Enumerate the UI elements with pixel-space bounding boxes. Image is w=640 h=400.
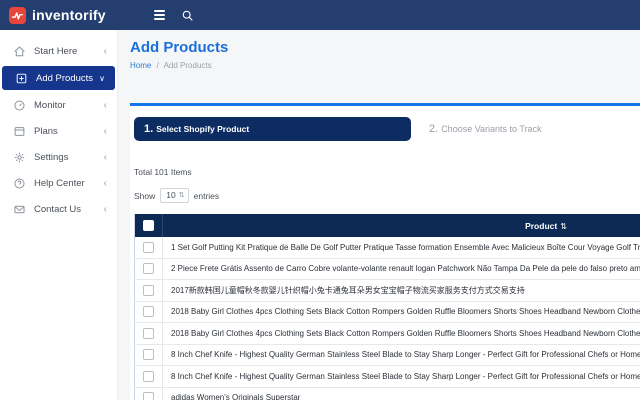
row-checkbox[interactable] bbox=[143, 370, 154, 382]
row-checkbox-cell bbox=[134, 301, 163, 323]
row-checkbox[interactable] bbox=[143, 327, 154, 339]
sidebar-item-label: Start Here bbox=[34, 45, 78, 57]
chevron-left-icon: ‹ bbox=[103, 203, 107, 215]
help-icon bbox=[13, 177, 26, 190]
step1-number: 1. bbox=[144, 123, 154, 135]
page-length-row: Show 10 ⇅ entries bbox=[134, 188, 640, 203]
product-cell: 2018 Baby Girl Clothes 4pcs Clothing Set… bbox=[162, 322, 640, 345]
breadcrumb: Home / Add Products bbox=[130, 61, 212, 70]
sidebar-item-help-center[interactable]: Help Center ‹ bbox=[0, 170, 117, 196]
sidebar-item-settings[interactable]: Settings ‹ bbox=[0, 144, 117, 170]
row-checkbox[interactable] bbox=[143, 349, 154, 361]
top-bar: inventorify bbox=[0, 0, 640, 30]
app-window: inventorify Start Here ‹ Add Products ∨ Moni… bbox=[0, 0, 640, 400]
total-items-label: Total 101 Items bbox=[134, 167, 192, 177]
page-title: Add Products bbox=[130, 39, 229, 56]
table-row[interactable]: 8 Inch Chef Knife - Highest Quality Germ… bbox=[134, 365, 640, 388]
row-checkbox-cell bbox=[134, 344, 163, 366]
pulse-chart-icon bbox=[11, 9, 24, 22]
sidebar-item-add-products[interactable]: Add Products ∨ bbox=[2, 66, 115, 90]
chevron-left-icon: ‹ bbox=[103, 151, 107, 163]
select-all-header bbox=[134, 214, 163, 237]
sort-icon: ⇅ bbox=[560, 221, 567, 231]
product-cell: 2018 Baby Girl Clothes 4pcs Clothing Set… bbox=[162, 301, 640, 323]
row-checkbox[interactable] bbox=[143, 263, 154, 275]
chevron-left-icon: ‹ bbox=[103, 99, 107, 111]
gear-icon bbox=[13, 151, 26, 164]
sidebar-item-label: Plans bbox=[34, 125, 58, 137]
product-cell: 8 Inch Chef Knife - Highest Quality Germ… bbox=[162, 344, 640, 366]
chevron-left-icon: ‹ bbox=[103, 177, 107, 189]
table-row[interactable]: 2017新款韩国儿童帽秋冬款婴儿针织帽小兔卡通兔耳朵男女宝宝帽子物流买家服务支付… bbox=[134, 279, 640, 302]
home-icon bbox=[13, 45, 26, 58]
product-header-label: Product bbox=[525, 220, 558, 231]
row-checkbox[interactable] bbox=[143, 392, 154, 400]
step-choose-variants[interactable]: 2. Choose Variants to Track bbox=[429, 123, 542, 135]
select-all-checkbox[interactable] bbox=[143, 219, 154, 231]
sidebar-item-label: Help Center bbox=[34, 177, 85, 189]
step2-number: 2. bbox=[429, 123, 439, 135]
table-row[interactable]: 2018 Baby Girl Clothes 4pcs Clothing Set… bbox=[134, 301, 640, 323]
product-cell: 1 Set Golf Putting Kit Pratique de Balle… bbox=[162, 237, 640, 259]
main-content: Add Products Home / Add Products 1. Sele… bbox=[118, 30, 640, 400]
content-card: 1. Select Shopify Product 2. Choose Vari… bbox=[130, 103, 640, 400]
table-row[interactable]: adidas Women's Originals Superstar bbox=[134, 387, 640, 400]
select-arrows-icon: ⇅ bbox=[178, 192, 185, 199]
brand-logo[interactable] bbox=[9, 6, 26, 24]
chevron-left-icon: ‹ bbox=[103, 125, 107, 137]
product-cell: 2017新款韩国儿童帽秋冬款婴儿针织帽小兔卡通兔耳朵男女宝宝帽子物流买家服务支付… bbox=[162, 279, 640, 302]
table-row[interactable]: 1 Set Golf Putting Kit Pratique de Balle… bbox=[134, 237, 640, 259]
row-checkbox-cell bbox=[134, 387, 163, 400]
breadcrumb-home-link[interactable]: Home bbox=[130, 61, 151, 70]
show-label: Show bbox=[134, 190, 156, 201]
product-cell: 2 Piece Frete Grátis Assento de Carro Co… bbox=[162, 258, 640, 280]
breadcrumb-separator: / bbox=[156, 61, 159, 70]
row-checkbox[interactable] bbox=[143, 306, 154, 318]
table-row[interactable]: 2 Piece Frete Grátis Assento de Carro Co… bbox=[134, 258, 640, 280]
table-row[interactable]: 8 Inch Chef Knife - Highest Quality Germ… bbox=[134, 344, 640, 366]
products-table: Product ⇅ 1 Set Golf Putting Kit Pratique… bbox=[134, 214, 640, 400]
row-checkbox[interactable] bbox=[143, 241, 154, 253]
breadcrumb-current: Add Products bbox=[163, 61, 212, 70]
step-select-product-button[interactable]: 1. Select Shopify Product bbox=[134, 117, 411, 141]
chevron-down-icon: ∨ bbox=[99, 73, 105, 83]
step1-label: Select Shopify Product bbox=[156, 124, 250, 134]
table-row[interactable]: 2018 Baby Girl Clothes 4pcs Clothing Set… bbox=[134, 322, 640, 345]
sidebar-item-start-here[interactable]: Start Here ‹ bbox=[0, 38, 117, 64]
entries-label: entries bbox=[193, 190, 220, 201]
mail-icon bbox=[13, 203, 26, 216]
plus-icon bbox=[15, 72, 28, 85]
product-column-header[interactable]: Product ⇅ bbox=[162, 214, 640, 237]
page-length-value: 10 bbox=[166, 190, 176, 200]
sidebar-item-contact-us[interactable]: Contact Us ‹ bbox=[0, 196, 117, 222]
sidebar-item-label: Monitor bbox=[34, 99, 66, 111]
row-checkbox[interactable] bbox=[143, 284, 154, 296]
hamburger-icon[interactable] bbox=[153, 10, 165, 20]
sidebar-item-label: Contact Us bbox=[34, 203, 81, 215]
card-icon bbox=[13, 125, 26, 138]
product-cell: 8 Inch Chef Knife - Highest Quality Germ… bbox=[162, 365, 640, 388]
step2-label: Choose Variants to Track bbox=[441, 124, 542, 134]
row-checkbox-cell bbox=[134, 365, 163, 388]
row-checkbox-cell bbox=[134, 279, 163, 302]
sidebar-item-label: Add Products bbox=[36, 72, 94, 84]
product-cell: adidas Women's Originals Superstar bbox=[162, 387, 640, 400]
chevron-left-icon: ‹ bbox=[103, 45, 107, 57]
search-icon[interactable] bbox=[181, 9, 194, 22]
brand-name[interactable]: inventorify bbox=[32, 7, 106, 23]
gauge-icon bbox=[13, 99, 26, 112]
sidebar: Start Here ‹ Add Products ∨ Monitor ‹ Plans ‹ Se… bbox=[0, 30, 118, 400]
sidebar-item-monitor[interactable]: Monitor ‹ bbox=[0, 92, 117, 118]
sidebar-item-plans[interactable]: Plans ‹ bbox=[0, 118, 117, 144]
row-checkbox-cell bbox=[134, 237, 163, 259]
row-checkbox-cell bbox=[134, 258, 163, 280]
page-length-select[interactable]: 10 ⇅ bbox=[160, 188, 189, 203]
table-header-row: Product ⇅ bbox=[134, 214, 640, 237]
row-checkbox-cell bbox=[134, 322, 163, 345]
sidebar-item-label: Settings bbox=[34, 151, 69, 163]
steps-row: 1. Select Shopify Product 2. Choose Vari… bbox=[134, 117, 640, 141]
